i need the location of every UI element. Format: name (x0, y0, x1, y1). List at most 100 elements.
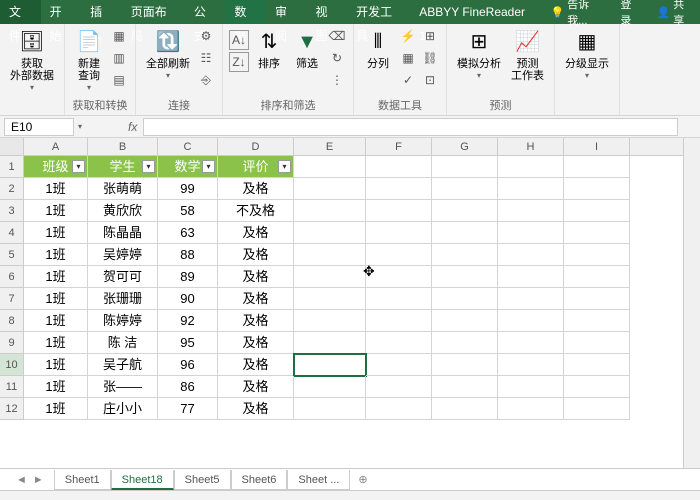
cell-F10[interactable] (366, 354, 432, 376)
cell-D4[interactable]: 及格 (218, 222, 294, 244)
row-header[interactable]: 11 (0, 376, 24, 398)
name-box[interactable] (4, 118, 74, 136)
advanced-filter-button[interactable]: ⋮ (327, 70, 347, 90)
text-to-columns-button[interactable]: ⫴ 分列 (360, 26, 396, 72)
cell-C3[interactable]: 58 (158, 200, 218, 222)
row-header[interactable]: 3 (0, 200, 24, 222)
cell-F9[interactable] (366, 332, 432, 354)
cell-D3[interactable]: 不及格 (218, 200, 294, 222)
cell-B6[interactable]: 贺可可 (88, 266, 158, 288)
cell-D6[interactable]: 及格 (218, 266, 294, 288)
cell-A4[interactable]: 1班 (24, 222, 88, 244)
cell-E5[interactable] (294, 244, 366, 266)
cell-G4[interactable] (432, 222, 498, 244)
sheet-tab-Sheet18[interactable]: Sheet18 (111, 470, 174, 490)
cell-E1[interactable] (294, 156, 366, 178)
row-header[interactable]: 6 (0, 266, 24, 288)
cell-F2[interactable] (366, 178, 432, 200)
spreadsheet-grid[interactable]: ABCDEFGHI 1班级▾学生▾数学▾评价▾21班张萌萌99及格31班黄欣欣5… (0, 138, 700, 468)
cell-G10[interactable] (432, 354, 498, 376)
cell-G2[interactable] (432, 178, 498, 200)
sheet-tab-Sheet ...[interactable]: Sheet ... (287, 470, 350, 490)
tab-数据[interactable]: 数据 (225, 0, 266, 24)
tab-审阅[interactable]: 审阅 (266, 0, 307, 24)
row-header[interactable]: 1 (0, 156, 24, 178)
cell-A1[interactable]: 班级▾ (24, 156, 88, 178)
sheet-tab-Sheet5[interactable]: Sheet5 (174, 470, 231, 490)
cell-I4[interactable] (564, 222, 630, 244)
cell-F4[interactable] (366, 222, 432, 244)
cell-C6[interactable]: 89 (158, 266, 218, 288)
sheet-nav-next-icon[interactable]: ► (33, 474, 44, 486)
relationships-button[interactable]: ⛓ (420, 48, 440, 68)
col-header-F[interactable]: F (366, 138, 432, 155)
cell-E2[interactable] (294, 178, 366, 200)
cell-I7[interactable] (564, 288, 630, 310)
filter-button[interactable]: ▼ 筛选 (289, 26, 325, 72)
col-header-A[interactable]: A (24, 138, 88, 155)
namebox-dropdown-icon[interactable]: ▾ (78, 122, 82, 131)
cell-A7[interactable]: 1班 (24, 288, 88, 310)
cell-G7[interactable] (432, 288, 498, 310)
cell-E10[interactable] (294, 354, 366, 376)
cell-D5[interactable]: 及格 (218, 244, 294, 266)
cell-H8[interactable] (498, 310, 564, 332)
cell-E8[interactable] (294, 310, 366, 332)
cell-C5[interactable]: 88 (158, 244, 218, 266)
row-header[interactable]: 12 (0, 398, 24, 420)
cell-E9[interactable] (294, 332, 366, 354)
cell-C10[interactable]: 96 (158, 354, 218, 376)
flash-fill-button[interactable]: ⚡ (398, 26, 418, 46)
cell-I10[interactable] (564, 354, 630, 376)
cell-D8[interactable]: 及格 (218, 310, 294, 332)
what-if-button[interactable]: ⊞ 模拟分析▾ (453, 26, 505, 83)
cell-B5[interactable]: 吴婷婷 (88, 244, 158, 266)
cell-B4[interactable]: 陈晶晶 (88, 222, 158, 244)
cell-I2[interactable] (564, 178, 630, 200)
refresh-all-button[interactable]: 🔃 全部刷新▾ (142, 26, 194, 83)
cell-I1[interactable] (564, 156, 630, 178)
col-header-H[interactable]: H (498, 138, 564, 155)
forecast-sheet-button[interactable]: 📈 预测 工作表 (507, 26, 548, 84)
cell-G12[interactable] (432, 398, 498, 420)
col-header-I[interactable]: I (564, 138, 630, 155)
cell-B10[interactable]: 吴子航 (88, 354, 158, 376)
cell-A6[interactable]: 1班 (24, 266, 88, 288)
vertical-scrollbar[interactable] (683, 138, 700, 468)
cell-G5[interactable] (432, 244, 498, 266)
cell-I8[interactable] (564, 310, 630, 332)
cell-H10[interactable] (498, 354, 564, 376)
row-header[interactable]: 5 (0, 244, 24, 266)
cell-I12[interactable] (564, 398, 630, 420)
cell-G1[interactable] (432, 156, 498, 178)
cell-D9[interactable]: 及格 (218, 332, 294, 354)
show-queries-button[interactable]: ▦ (109, 26, 129, 46)
tab-开发工具[interactable]: 开发工具 (347, 0, 410, 24)
cell-B3[interactable]: 黄欣欣 (88, 200, 158, 222)
col-header-D[interactable]: D (218, 138, 294, 155)
cell-G6[interactable] (432, 266, 498, 288)
cell-A12[interactable]: 1班 (24, 398, 88, 420)
cell-B1[interactable]: 学生▾ (88, 156, 158, 178)
tab-公式[interactable]: 公式 (185, 0, 226, 24)
cell-I11[interactable] (564, 376, 630, 398)
cell-A3[interactable]: 1班 (24, 200, 88, 222)
cell-G11[interactable] (432, 376, 498, 398)
cell-C12[interactable]: 77 (158, 398, 218, 420)
new-sheet-button[interactable]: ⊕ (350, 473, 375, 486)
row-header[interactable]: 4 (0, 222, 24, 244)
cell-H3[interactable] (498, 200, 564, 222)
cell-E11[interactable] (294, 376, 366, 398)
tab-开始[interactable]: 开始 (41, 0, 82, 24)
tab-页面布局[interactable]: 页面布局 (122, 0, 185, 24)
sort-desc-button[interactable]: Z↓ (229, 52, 249, 72)
recent-sources-button[interactable]: ▤ (109, 70, 129, 90)
cell-F5[interactable] (366, 244, 432, 266)
cell-C11[interactable]: 86 (158, 376, 218, 398)
cell-B12[interactable]: 庄小小 (88, 398, 158, 420)
cell-D12[interactable]: 及格 (218, 398, 294, 420)
tab-ABBYY FineReader 11[interactable]: ABBYY FineReader 11 (410, 0, 542, 24)
cell-A2[interactable]: 1班 (24, 178, 88, 200)
col-header-E[interactable]: E (294, 138, 366, 155)
cell-H7[interactable] (498, 288, 564, 310)
